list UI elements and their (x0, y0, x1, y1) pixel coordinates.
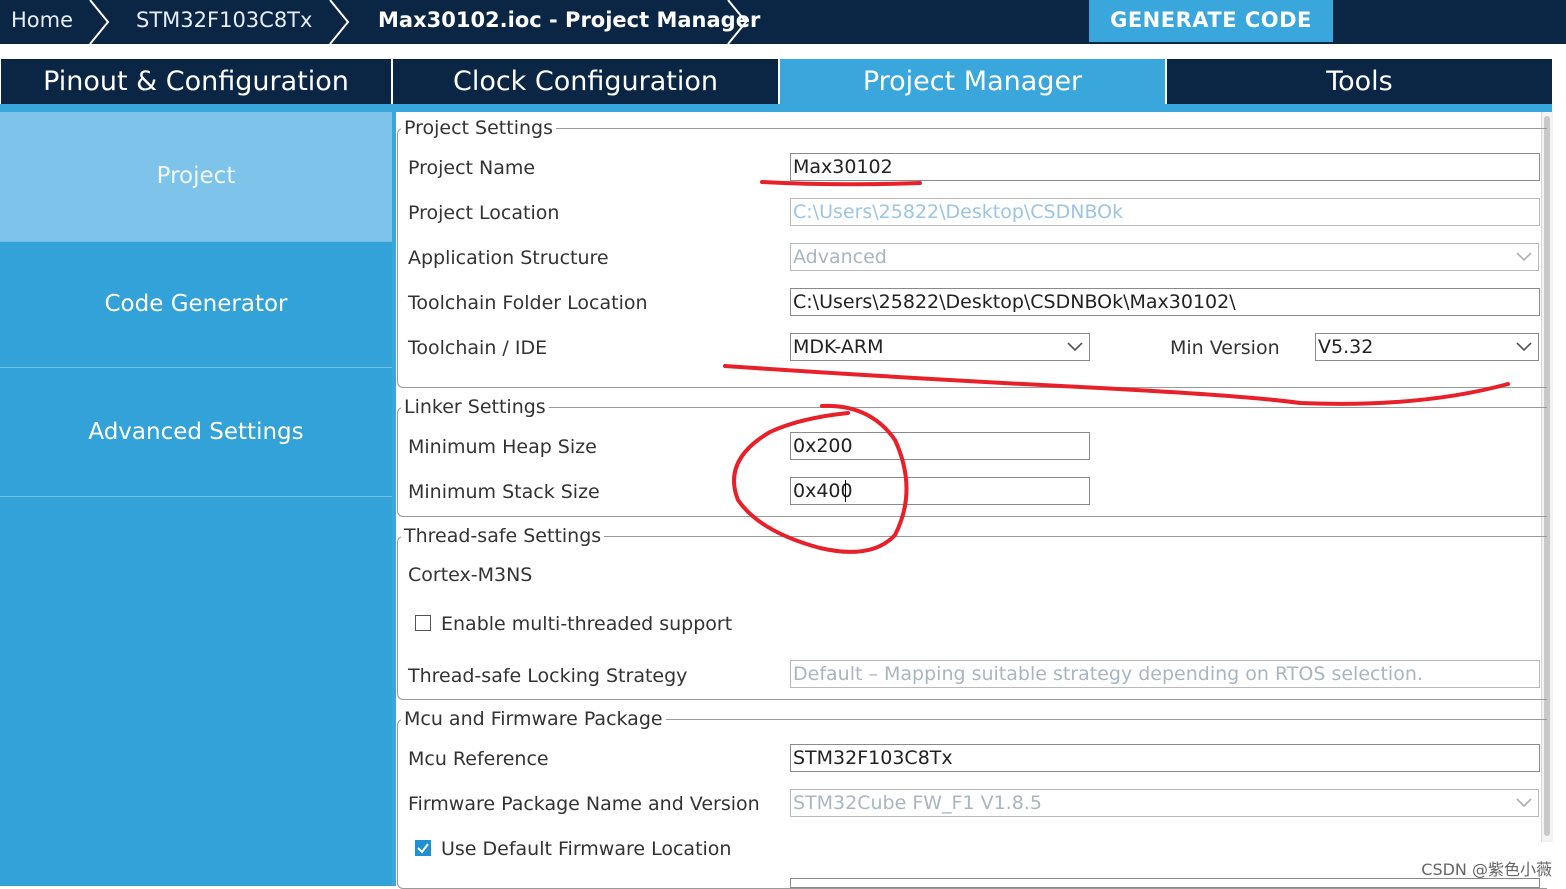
toolbar-separator (0, 44, 1566, 58)
watermark: CSDN @紫色小薇 (1421, 860, 1552, 879)
multithread-label[interactable]: Enable multi-threaded support (441, 612, 732, 636)
tab-pinout-configuration[interactable]: Pinout & Configuration (1, 59, 391, 104)
sidebar: Project Code Generator Advanced Settings (0, 112, 392, 886)
chevron-down-icon (1516, 252, 1532, 262)
min-stack-size-value: 0x400 (793, 480, 853, 502)
thread-safe-settings-title: Thread-safe Settings (401, 525, 605, 547)
tab-clock-configuration[interactable]: Clock Configuration (393, 59, 778, 104)
text-caret (845, 480, 846, 502)
mcu-firmware-title: Mcu and Firmware Package (401, 708, 666, 730)
project-name-label: Project Name (408, 157, 536, 179)
project-location-label: Project Location (408, 202, 560, 224)
project-location-input[interactable]: C:\Users\25822\Desktop\CSDNBOk (790, 198, 1540, 226)
min-stack-size-label: Minimum Stack Size (408, 481, 600, 503)
toolchain-ide-value: MDK-ARM (793, 336, 884, 358)
breadcrumb-file: Max30102.ioc - Project Manager (378, 8, 761, 32)
tab-project-manager[interactable]: Project Manager (780, 59, 1165, 104)
sidebar-item-project[interactable]: Project (0, 112, 392, 242)
chevron-down-icon (1516, 342, 1532, 352)
breadcrumb-mcu[interactable]: STM32F103C8Tx (136, 0, 312, 40)
firmware-package-label: Firmware Package Name and Version (408, 793, 760, 815)
toolchain-folder-label: Toolchain Folder Location (408, 292, 648, 314)
breadcrumb-chevron-icon (727, 0, 748, 44)
min-version-label: Min Version (1170, 337, 1280, 359)
application-structure-label: Application Structure (408, 247, 609, 269)
tabs-underline (0, 104, 1552, 112)
core-label: Cortex-M3NS (408, 564, 533, 586)
tab-tools[interactable]: Tools (1167, 59, 1552, 104)
mcu-reference-label: Mcu Reference (408, 748, 549, 770)
linker-settings-title: Linker Settings (401, 396, 549, 418)
multithread-checkbox[interactable] (415, 615, 431, 631)
locking-strategy-select[interactable]: Default – Mapping suitable strategy depe… (790, 660, 1540, 688)
breadcrumb-chevron-icon (329, 0, 350, 44)
locking-strategy-label: Thread-safe Locking Strategy (408, 665, 688, 687)
default-firmware-label[interactable]: Use Default Firmware Location (441, 837, 731, 861)
checkmark-icon (417, 843, 429, 854)
application-structure-value: Advanced (793, 246, 887, 268)
firmware-package-select[interactable]: STM32Cube FW_F1 V1.8.5 (790, 789, 1539, 817)
min-heap-size-input[interactable]: 0x200 (790, 432, 1090, 460)
sidebar-item-advanced-settings[interactable]: Advanced Settings (0, 368, 392, 497)
min-heap-size-label: Minimum Heap Size (408, 436, 597, 458)
min-stack-size-input[interactable]: 0x400 (790, 477, 1090, 505)
min-version-value: V5.32 (1318, 336, 1374, 358)
toolchain-ide-select[interactable]: MDK-ARM (790, 333, 1090, 361)
toolchain-ide-label: Toolchain / IDE (408, 337, 548, 359)
breadcrumb-chevron-icon (89, 0, 110, 44)
chevron-down-icon (1516, 798, 1532, 808)
breadcrumb: Home STM32F103C8Tx Max30102.ioc - Projec… (0, 0, 1566, 44)
generate-code-button[interactable]: GENERATE CODE (1089, 0, 1333, 42)
toolchain-folder-input[interactable]: C:\Users\25822\Desktop\CSDNBOk\Max30102\ (790, 288, 1540, 316)
project-settings-title: Project Settings (401, 117, 556, 139)
application-structure-select[interactable]: Advanced (790, 243, 1539, 271)
chevron-down-icon (1067, 342, 1083, 352)
breadcrumb-home[interactable]: Home (11, 0, 73, 40)
firmware-package-value: STM32Cube FW_F1 V1.8.5 (793, 792, 1042, 814)
project-name-input[interactable]: Max30102 (790, 153, 1540, 181)
mcu-reference-input[interactable]: STM32F103C8Tx (790, 744, 1540, 772)
min-version-select[interactable]: V5.32 (1315, 333, 1539, 361)
default-firmware-checkbox[interactable] (415, 840, 431, 856)
sidebar-item-code-generator[interactable]: Code Generator (0, 242, 392, 368)
